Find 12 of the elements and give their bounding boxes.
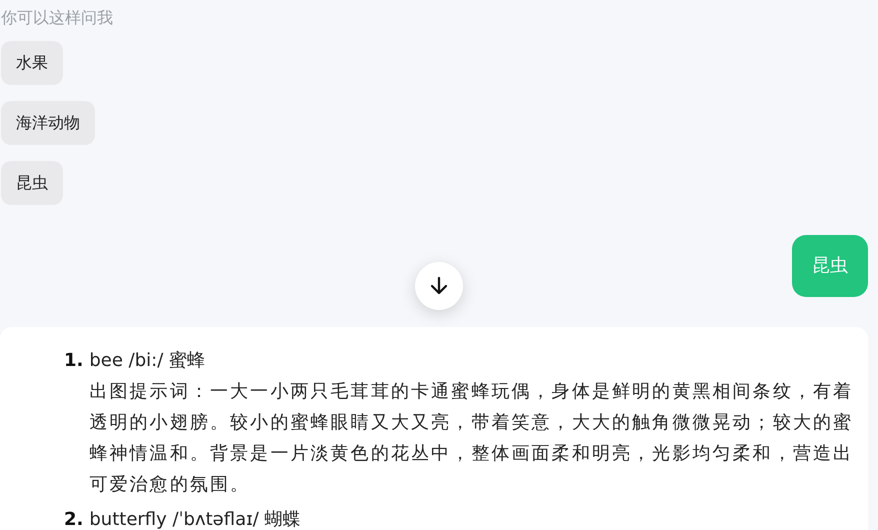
list-number: 2. [64,508,84,530]
item-description: 出图提示词：一大一小两只毛茸茸的卡通蜜蜂玩偶，身体是鲜明的黄黑相间条纹，有着透明的小翅膀。较小的蜜蜂眼睛又大又亮，带着笑意，大大的触角微微晃动；较大的蜜蜂神情温和。背景是一片淡黄色的花丛中，整体画面柔和明亮，光影均匀柔和，营造出可爱治愈的氛围。 [89,380,854,497]
scroll-down-button[interactable] [415,262,463,310]
suggestions-title: 你可以这样问我 [0,7,114,29]
user-message: 昆虫 [792,235,868,297]
suggestion-chip[interactable]: 海洋动物 [1,101,95,145]
suggestion-chip[interactable]: 水果 [1,41,63,85]
list-number: 1. [64,349,84,373]
arrow-down-icon [428,275,450,297]
suggestion-chip[interactable]: 昆虫 [1,161,63,205]
item-heading: bee /bi:/ 蜜蜂 [89,349,206,373]
item-heading: butterfly /ˈbʌtəflaɪ/ 蝴蝶 [89,508,301,530]
